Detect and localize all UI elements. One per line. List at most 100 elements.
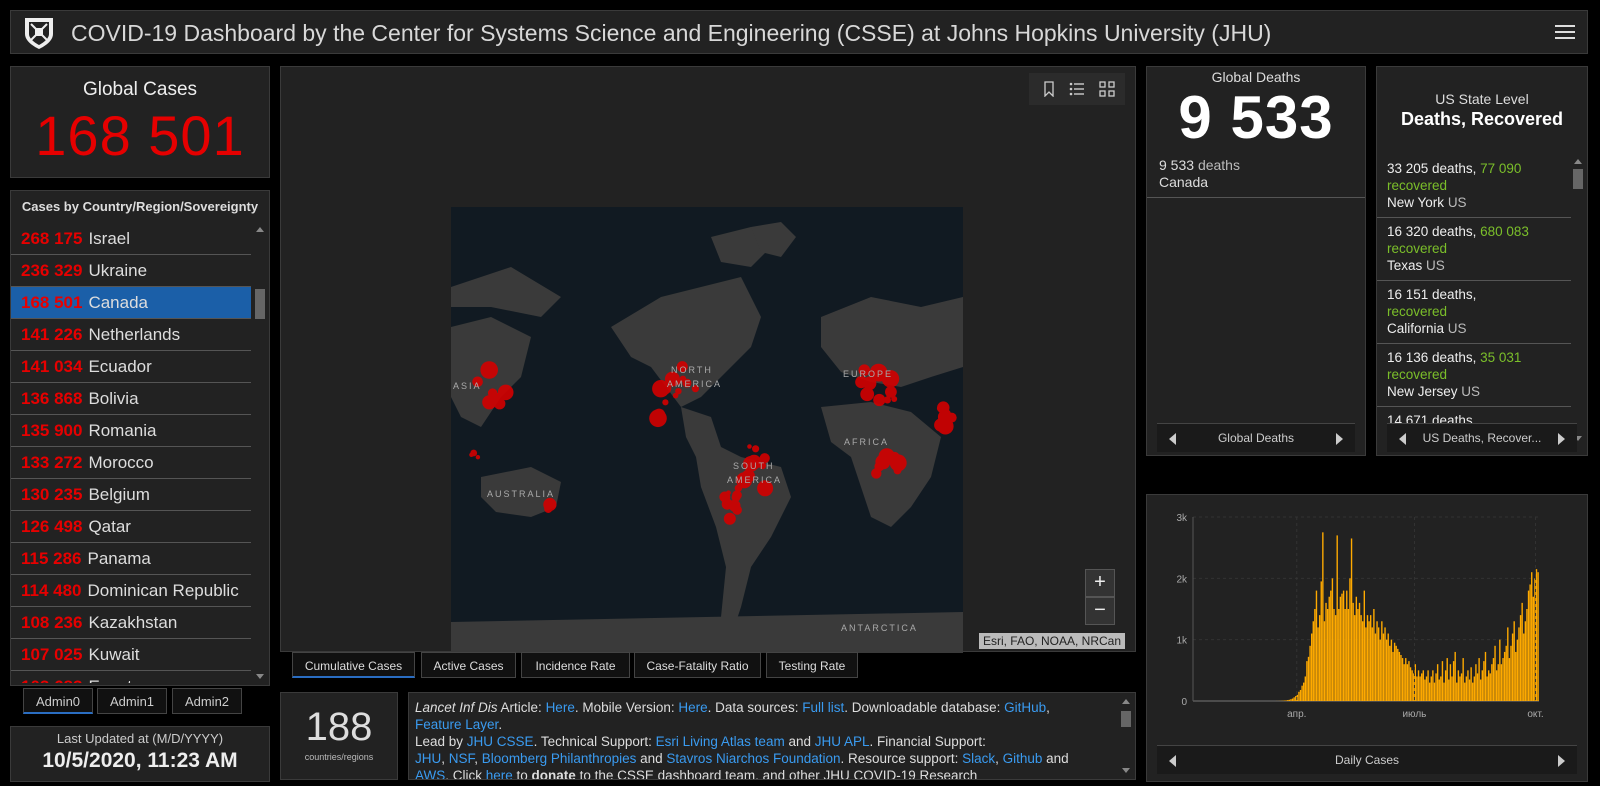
daily-cases-bar[interactable] bbox=[1304, 676, 1306, 701]
tab-admin0[interactable]: Admin0 bbox=[23, 688, 93, 714]
daily-cases-bar[interactable] bbox=[1398, 651, 1401, 701]
daily-cases-bar[interactable] bbox=[1507, 627, 1509, 701]
daily-cases-bar[interactable] bbox=[1369, 615, 1372, 701]
country-list-scrollbar[interactable] bbox=[253, 223, 267, 683]
tab-admin2[interactable]: Admin2 bbox=[172, 688, 242, 714]
daily-cases-bar[interactable] bbox=[1521, 602, 1523, 701]
daily-cases-bar[interactable] bbox=[1500, 664, 1503, 701]
case-bubble[interactable] bbox=[891, 396, 898, 402]
daily-cases-bar[interactable] bbox=[1419, 676, 1421, 701]
us-state-row[interactable]: 16 151 deaths, recovered California US bbox=[1377, 281, 1571, 344]
daily-cases-bar[interactable] bbox=[1524, 621, 1527, 701]
daily-cases-bar[interactable] bbox=[1358, 602, 1361, 701]
case-bubble[interactable] bbox=[475, 455, 481, 460]
link-full-list[interactable]: Full list bbox=[802, 700, 844, 715]
daily-cases-bar[interactable] bbox=[1310, 633, 1313, 701]
link-jhu[interactable]: JHU bbox=[415, 751, 441, 766]
us-state-row[interactable]: 33 205 deaths, 77 090 recovered New York U… bbox=[1377, 155, 1571, 218]
case-bubble[interactable] bbox=[728, 499, 741, 512]
scroll-thumb[interactable] bbox=[255, 289, 265, 319]
daily-cases-bar[interactable] bbox=[1537, 572, 1539, 701]
case-bubble[interactable] bbox=[544, 504, 553, 513]
case-bubble[interactable] bbox=[726, 490, 731, 496]
daily-cases-bar[interactable] bbox=[1306, 661, 1308, 701]
daily-cases-bar[interactable] bbox=[1430, 676, 1432, 701]
daily-cases-bar[interactable] bbox=[1448, 679, 1450, 701]
daily-cases-bar[interactable] bbox=[1516, 639, 1519, 701]
daily-cases-bar[interactable] bbox=[1457, 670, 1460, 701]
link-github[interactable]: GitHub bbox=[1004, 700, 1046, 715]
case-bubble[interactable] bbox=[752, 445, 760, 453]
deaths-entry[interactable]: 9 533 deaths Canada bbox=[1159, 157, 1365, 191]
daily-cases-bar[interactable] bbox=[1377, 627, 1380, 701]
daily-cases-bar[interactable] bbox=[1295, 696, 1297, 701]
case-bubble[interactable] bbox=[747, 444, 752, 449]
daily-cases-bar[interactable] bbox=[1510, 645, 1512, 701]
daily-cases-bar[interactable] bbox=[1366, 615, 1369, 701]
country-row[interactable]: 236 329 Ukraine bbox=[11, 255, 251, 287]
daily-cases-bar[interactable] bbox=[1331, 578, 1334, 701]
case-bubble[interactable] bbox=[871, 468, 882, 479]
daily-cases-bar[interactable] bbox=[1395, 645, 1397, 701]
daily-cases-bar[interactable] bbox=[1350, 538, 1353, 701]
daily-cases-bar[interactable] bbox=[1290, 699, 1292, 701]
tab-admin1[interactable]: Admin1 bbox=[97, 688, 167, 714]
daily-cases-bar[interactable] bbox=[1443, 682, 1445, 701]
hamburger-menu-icon[interactable] bbox=[1555, 22, 1575, 42]
daily-cases-bar[interactable] bbox=[1497, 664, 1499, 701]
link-jhu-apl[interactable]: JHU APL bbox=[815, 734, 870, 749]
daily-cases-bar[interactable] bbox=[1441, 661, 1444, 701]
daily-cases-bar[interactable] bbox=[1440, 676, 1442, 701]
daily-cases-bar[interactable] bbox=[1446, 658, 1448, 701]
case-bubble[interactable] bbox=[502, 390, 509, 397]
daily-cases-bar[interactable] bbox=[1491, 664, 1493, 701]
daily-cases-bar[interactable] bbox=[1433, 682, 1436, 701]
scroll-up-icon[interactable] bbox=[1122, 699, 1130, 704]
daily-cases-bar[interactable] bbox=[1486, 676, 1488, 701]
daily-cases-bar[interactable] bbox=[1318, 615, 1321, 701]
daily-cases-bar[interactable] bbox=[1464, 682, 1466, 701]
link-mobile-here[interactable]: Here bbox=[678, 700, 707, 715]
chevron-right-icon[interactable] bbox=[1558, 433, 1565, 445]
world-map[interactable]: NORTH AMERICA ASIA EUROPE AFRICA SOUTH A… bbox=[451, 207, 963, 653]
country-row[interactable]: 114 480 Dominican Republic bbox=[11, 575, 251, 607]
daily-cases-bar[interactable] bbox=[1389, 645, 1391, 701]
daily-cases-bar[interactable] bbox=[1456, 682, 1458, 701]
daily-cases-bar[interactable] bbox=[1428, 682, 1431, 701]
daily-cases-bar[interactable] bbox=[1435, 673, 1437, 701]
case-bubble[interactable] bbox=[878, 448, 895, 465]
daily-cases-bar[interactable] bbox=[1518, 627, 1520, 701]
daily-cases-bar[interactable] bbox=[1408, 661, 1410, 701]
link-nsf[interactable]: NSF bbox=[449, 751, 475, 766]
case-bubble[interactable] bbox=[885, 386, 897, 398]
daily-cases-bar[interactable] bbox=[1503, 651, 1506, 701]
daily-cases-bar[interactable] bbox=[1315, 590, 1318, 701]
daily-cases-bar[interactable] bbox=[1487, 670, 1490, 701]
scroll-up-icon[interactable] bbox=[1574, 159, 1582, 164]
daily-cases-bar[interactable] bbox=[1454, 651, 1456, 701]
daily-cases-bar[interactable] bbox=[1481, 670, 1483, 701]
case-bubble[interactable] bbox=[649, 409, 667, 428]
daily-cases-bar[interactable] bbox=[1475, 664, 1477, 701]
daily-cases-bar[interactable] bbox=[1354, 615, 1356, 701]
daily-cases-bar[interactable] bbox=[1360, 615, 1362, 701]
daily-cases-bar[interactable] bbox=[1382, 633, 1385, 701]
scroll-up-icon[interactable] bbox=[256, 227, 264, 232]
scroll-down-icon[interactable] bbox=[256, 674, 264, 679]
tab-incidence-rate[interactable]: Incidence Rate bbox=[521, 652, 630, 678]
daily-cases-bar[interactable] bbox=[1502, 658, 1504, 701]
daily-cases-bar[interactable] bbox=[1349, 578, 1351, 701]
daily-cases-bar[interactable] bbox=[1483, 661, 1485, 701]
country-row[interactable]: 107 025 Kuwait bbox=[11, 639, 251, 671]
daily-cases-bar[interactable] bbox=[1405, 658, 1407, 701]
daily-cases-bar[interactable] bbox=[1473, 676, 1476, 701]
tab-case-fatality-ratio[interactable]: Case-Fatality Ratio bbox=[634, 652, 761, 678]
country-row[interactable]: 115 286 Panama bbox=[11, 543, 251, 575]
case-bubble[interactable] bbox=[482, 395, 497, 410]
daily-cases-bar[interactable] bbox=[1322, 532, 1324, 701]
daily-cases-bar[interactable] bbox=[1285, 700, 1287, 701]
us-list-scrollbar[interactable] bbox=[1571, 155, 1585, 445]
daily-cases-bar[interactable] bbox=[1513, 621, 1515, 701]
daily-cases-bar[interactable] bbox=[1444, 670, 1447, 701]
daily-cases-bar[interactable] bbox=[1392, 651, 1394, 701]
